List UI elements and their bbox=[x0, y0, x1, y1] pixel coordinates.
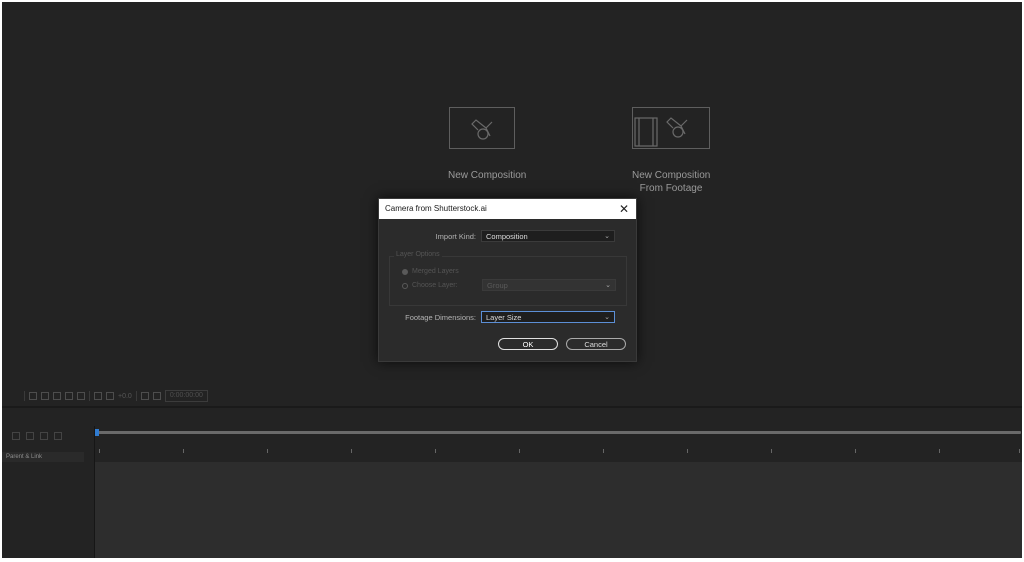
ruler-tick bbox=[687, 449, 688, 453]
ruler-tick bbox=[1019, 449, 1020, 453]
region-icon[interactable] bbox=[53, 392, 61, 400]
radio-selected-icon bbox=[402, 268, 408, 275]
footage-dimensions-value: Layer Size bbox=[486, 313, 522, 322]
ruler-tick bbox=[267, 449, 268, 453]
work-area-bar[interactable] bbox=[97, 431, 1021, 434]
chevron-down-icon: ⌄ bbox=[604, 314, 610, 321]
color-icon[interactable] bbox=[94, 392, 102, 400]
new-from-footage-label-2: From Footage bbox=[639, 183, 703, 194]
time-ruler[interactable] bbox=[95, 426, 1022, 462]
import-kind-value: Composition bbox=[486, 232, 528, 241]
current-time-indicator[interactable] bbox=[95, 429, 99, 436]
show-snapshot-icon[interactable] bbox=[152, 392, 161, 400]
import-kind-label: Import Kind: bbox=[435, 232, 476, 241]
layer-options-group: Layer Options Merged Layers Choose Layer… bbox=[389, 251, 627, 306]
new-composition-tile[interactable]: New Composition bbox=[448, 107, 527, 182]
layer-options-legend: Layer Options bbox=[394, 251, 442, 258]
ok-button[interactable]: OK bbox=[498, 338, 558, 350]
ruler-tick bbox=[99, 449, 100, 453]
chevron-down-icon: ⌄ bbox=[604, 233, 610, 240]
ruler-tick bbox=[771, 449, 772, 453]
new-composition-from-footage-tile[interactable]: New Composition From Footage bbox=[632, 107, 710, 195]
new-composition-label: New Composition bbox=[448, 170, 527, 181]
footage-dimensions-label: Footage Dimensions: bbox=[405, 313, 476, 322]
ruler-tick bbox=[855, 449, 856, 453]
ruler-tick bbox=[351, 449, 352, 453]
choose-layer-select[interactable]: Group ⌄ bbox=[482, 279, 616, 291]
ruler-tick bbox=[603, 449, 604, 453]
shy-icon[interactable] bbox=[12, 432, 20, 440]
composition-icon bbox=[449, 107, 515, 149]
transparency-grid-icon[interactable] bbox=[65, 392, 73, 400]
radio-unselected-icon bbox=[402, 282, 408, 289]
timecode-field[interactable]: 0:00:00:00 bbox=[164, 390, 208, 402]
choose-layer-value: Group bbox=[487, 281, 508, 290]
toolbar-separator bbox=[24, 391, 25, 401]
mask-icon[interactable] bbox=[77, 392, 85, 400]
new-from-footage-label-1: New Composition bbox=[632, 170, 711, 181]
import-kind-select[interactable]: Composition ⌄ bbox=[481, 230, 615, 242]
timeline-layer-panel: Parent & Link bbox=[2, 426, 94, 558]
chevron-down-icon: ⌄ bbox=[605, 282, 611, 289]
guide-icon[interactable] bbox=[41, 392, 49, 400]
ruler-tick bbox=[435, 449, 436, 453]
ruler-tick bbox=[939, 449, 940, 453]
motion-blur-icon[interactable] bbox=[40, 432, 48, 440]
exposure-icon[interactable] bbox=[106, 392, 114, 400]
ruler-tick bbox=[183, 449, 184, 453]
toolbar-separator bbox=[89, 391, 90, 401]
dialog-title-bar: Camera from Shutterstock.ai ✕ bbox=[379, 199, 636, 219]
dialog-title: Camera from Shutterstock.ai bbox=[385, 204, 487, 213]
choose-layer-label: Choose Layer: bbox=[412, 282, 458, 289]
ruler-tick bbox=[519, 449, 520, 453]
merged-layers-label: Merged Layers bbox=[412, 268, 459, 275]
toolbar-separator bbox=[135, 391, 137, 401]
timeline-toolbar: +0.0 0:00:00:00 bbox=[2, 388, 1022, 404]
graph-editor-icon[interactable] bbox=[54, 432, 62, 440]
app-window: New Composition New Composition From Foo… bbox=[2, 2, 1022, 558]
merged-layers-radio[interactable]: Merged Layers bbox=[402, 268, 459, 275]
footage-composition-icon bbox=[632, 107, 710, 149]
draft-3d-icon[interactable] bbox=[29, 392, 37, 400]
parent-link-header[interactable]: Parent & Link bbox=[2, 452, 84, 462]
panel-divider bbox=[2, 406, 1022, 408]
close-icon[interactable]: ✕ bbox=[618, 199, 630, 219]
cancel-button[interactable]: Cancel bbox=[566, 338, 626, 350]
exposure-offset[interactable]: +0.0 bbox=[118, 393, 132, 400]
footage-dimensions-select[interactable]: Layer Size ⌄ bbox=[481, 311, 615, 323]
choose-layer-radio[interactable]: Choose Layer: bbox=[402, 282, 458, 289]
frame-blend-icon[interactable] bbox=[26, 432, 34, 440]
snapshot-camera-icon[interactable] bbox=[140, 392, 149, 400]
timeline-track-area[interactable] bbox=[94, 426, 1022, 558]
timeline-switch-icons bbox=[12, 432, 62, 440]
import-dialog: Camera from Shutterstock.ai ✕ Import Kin… bbox=[378, 198, 637, 362]
